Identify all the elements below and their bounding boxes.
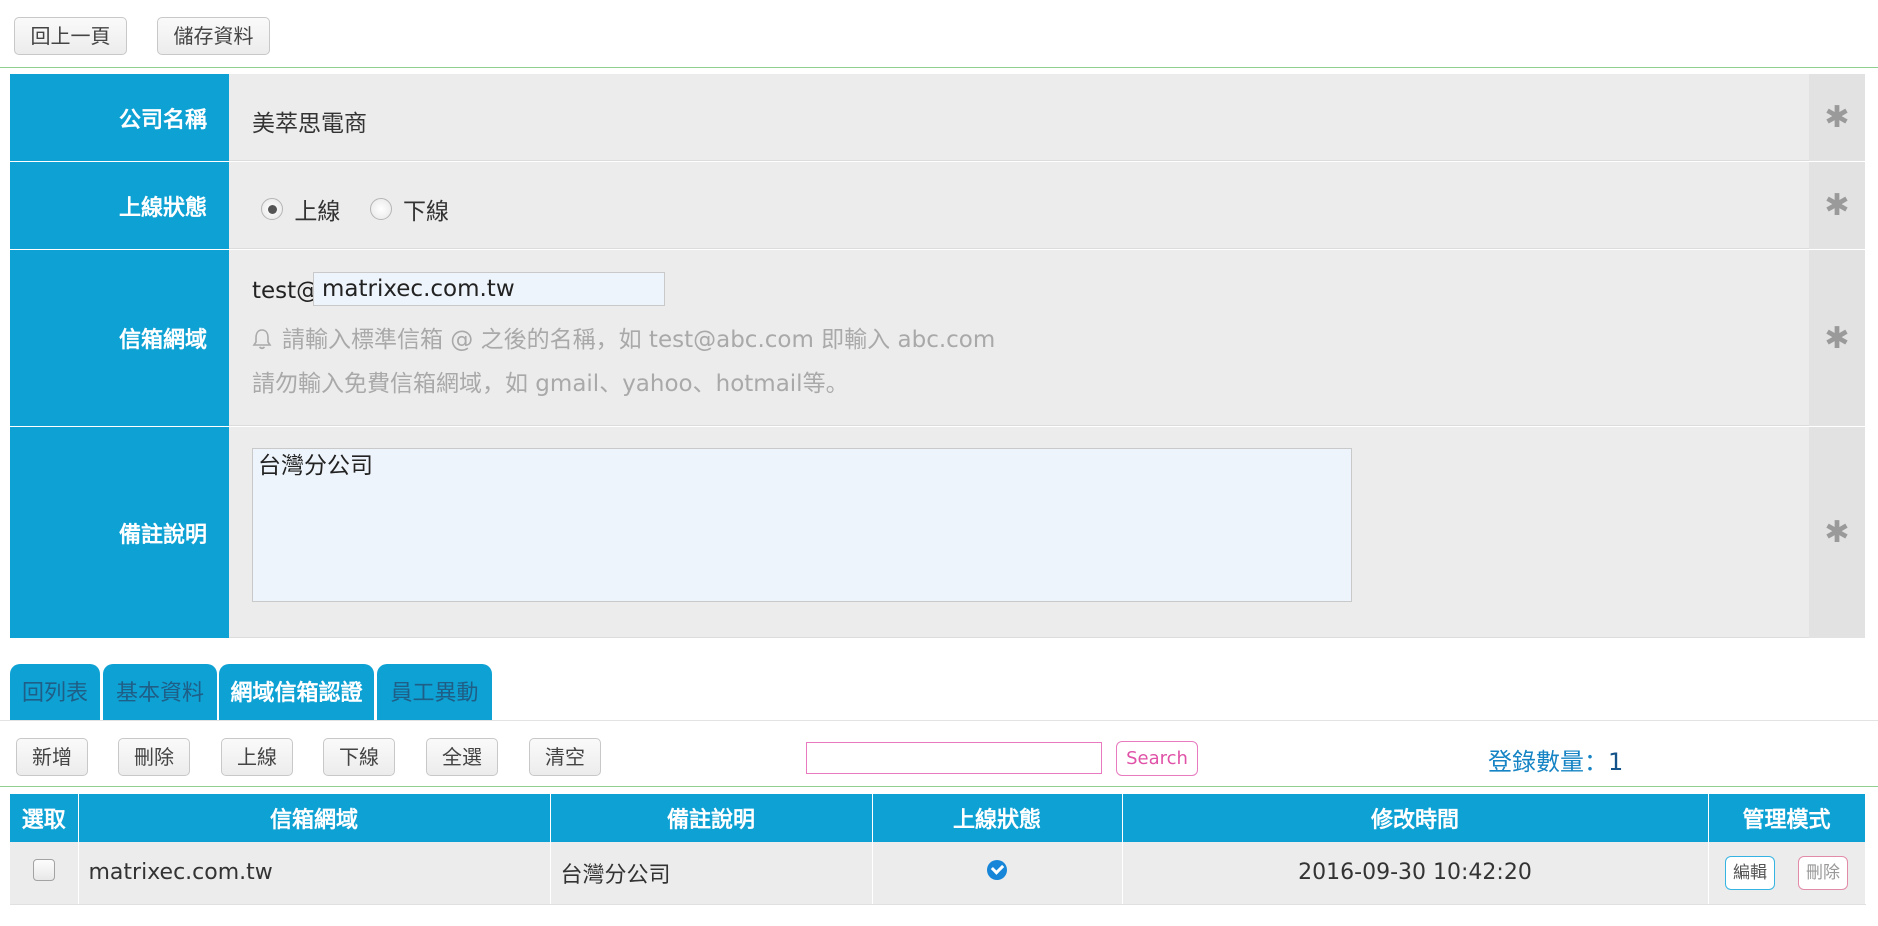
company-name-label: 公司名稱 <box>10 74 229 161</box>
company-name-row: 公司名稱 美萃思電商 ✱ <box>10 74 1865 162</box>
company-name-value-cell: 美萃思電商 <box>229 74 1809 161</box>
status-label: 上線狀態 <box>10 162 229 249</box>
header-status[interactable]: 上線狀態 <box>872 794 1123 842</box>
select-all-button[interactable]: 全選 <box>426 738 498 776</box>
table-row: matrixec.com.tw 台灣分公司 2016-09-30 10:42:2… <box>10 842 1866 905</box>
edit-button[interactable]: 編輯 <box>1725 855 1775 890</box>
top-toolbar: 回上一頁 儲存資料 <box>0 0 1878 68</box>
header-actions: 管理模式 <box>1708 794 1866 842</box>
status-offline-label: 下線 <box>402 199 449 225</box>
note-label: 備註說明 <box>10 427 229 638</box>
record-count: 登錄數量：1 <box>1488 742 1623 777</box>
search-button[interactable]: Search <box>1116 741 1198 776</box>
tab-employee-changes[interactable]: 員工異動 <box>377 664 492 721</box>
delete-button[interactable]: 刪除 <box>118 738 190 776</box>
table-header-row: 選取 信箱網域 備註說明 上線狀態 修改時間 管理模式 <box>10 794 1866 842</box>
tab-divider <box>0 720 1878 721</box>
offline-button[interactable]: 下線 <box>323 738 395 776</box>
row-checkbox[interactable] <box>32 858 55 881</box>
required-icon: ✱ <box>1809 74 1865 161</box>
status-offline-radio[interactable] <box>369 198 392 220</box>
record-count-label: 登錄數量： <box>1488 748 1608 776</box>
row-modified: 2016-09-30 10:42:20 <box>1122 842 1709 905</box>
bell-icon <box>252 329 272 350</box>
domain-label: 信箱網域 <box>10 250 229 426</box>
row-delete-button[interactable]: 刪除 <box>1798 855 1848 890</box>
required-icon: ✱ <box>1809 162 1865 249</box>
header-modified[interactable]: 修改時間 <box>1122 794 1709 842</box>
domain-row: 信箱網域 test@ matrixec.com.tw 請輸入標準信箱 @ 之後的… <box>10 250 1865 427</box>
back-button[interactable]: 回上一頁 <box>14 17 127 55</box>
domain-hint-line1: 請輸入標準信箱 @ 之後的名稱，如 test@abc.com 即輸入 abc.c… <box>252 320 995 354</box>
toolbar-divider <box>0 786 1878 787</box>
row-actions-cell: 編輯 刪除 <box>1708 842 1866 905</box>
search-input[interactable] <box>806 742 1102 774</box>
check-circle-icon <box>987 859 1007 880</box>
domain-input[interactable]: matrixec.com.tw <box>313 272 665 306</box>
tab-domain-email-verification[interactable]: 網域信箱認證 <box>219 664 374 721</box>
record-count-value: 1 <box>1608 748 1624 776</box>
status-row: 上線狀態 上線 下線 ✱ <box>10 162 1865 250</box>
row-status-cell <box>872 842 1123 905</box>
required-icon: ✱ <box>1809 427 1865 638</box>
note-textarea[interactable]: 台灣分公司 <box>252 448 1352 602</box>
domain-hint-text1: 請輸入標準信箱 @ 之後的名稱，如 test@abc.com 即輸入 abc.c… <box>282 327 996 353</box>
status-value-cell: 上線 下線 <box>229 162 1809 249</box>
note-value-cell: 台灣分公司 <box>229 427 1809 638</box>
tab-basic-info[interactable]: 基本資料 <box>103 664 217 721</box>
tab-back-to-list[interactable]: 回列表 <box>10 664 100 721</box>
company-name-value: 美萃思電商 <box>252 111 367 137</box>
domain-value-cell: test@ matrixec.com.tw 請輸入標準信箱 @ 之後的名稱，如 … <box>229 250 1809 426</box>
clear-button[interactable]: 清空 <box>529 738 601 776</box>
online-button[interactable]: 上線 <box>221 738 293 776</box>
status-online-radio[interactable] <box>261 198 283 220</box>
required-icon: ✱ <box>1809 250 1865 426</box>
row-select-cell <box>10 842 79 905</box>
save-button[interactable]: 儲存資料 <box>157 17 270 55</box>
note-row: 備註說明 台灣分公司 ✱ <box>10 427 1865 639</box>
header-select: 選取 <box>10 794 79 842</box>
header-note[interactable]: 備註說明 <box>550 794 873 842</box>
domain-table: 選取 信箱網域 備註說明 上線狀態 修改時間 管理模式 matrixec.com… <box>10 794 1866 905</box>
row-note: 台灣分公司 <box>550 842 873 905</box>
domain-hint-line2: 請勿輸入免費信箱網域，如 gmail、yahoo、hotmail等。 <box>252 371 849 397</box>
header-domain[interactable]: 信箱網域 <box>78 794 551 842</box>
domain-prefix: test@ <box>252 278 320 304</box>
status-online-label: 上線 <box>294 199 341 225</box>
add-button[interactable]: 新增 <box>16 738 88 776</box>
row-domain: matrixec.com.tw <box>78 842 551 905</box>
